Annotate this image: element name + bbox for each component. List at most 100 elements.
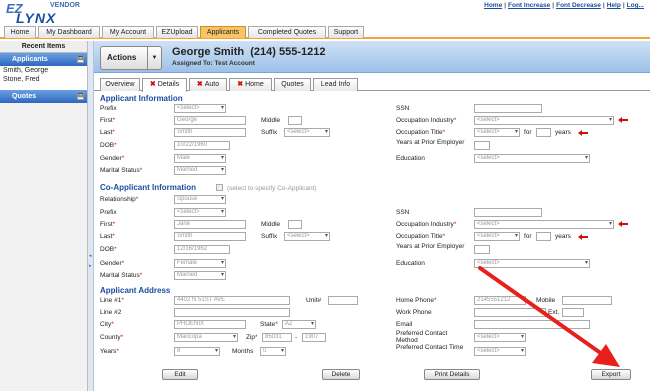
recent-items-title: Recent Items (0, 41, 87, 53)
preferred-contact-time-label: Preferred Contact Time (396, 344, 464, 351)
actions-button[interactable]: Actions ▼ (100, 46, 162, 70)
co-marital-status-label: Marital Status* (100, 272, 143, 279)
line1-input[interactable]: 4402 N 51ST AVE (174, 296, 290, 305)
first-name-input[interactable]: George (174, 116, 246, 125)
co-years-prior-employer-input[interactable] (474, 245, 490, 254)
occupation-title-label: Occupation Title* (396, 129, 446, 136)
relationship-select[interactable]: Spouse (174, 195, 226, 204)
unit-input[interactable] (328, 296, 358, 305)
tab-quotes[interactable]: Quotes (274, 78, 311, 91)
co-occupation-title-select[interactable]: <select> (474, 232, 520, 241)
occupation-industry-label: Occupation Industry* (396, 117, 457, 124)
unit-label: Unit# (306, 297, 322, 304)
county-label: County* (100, 334, 124, 341)
link-home[interactable]: Home (484, 2, 502, 9)
link-help[interactable]: Help (607, 2, 621, 9)
tab-details[interactable]: ✖ Details (142, 78, 187, 92)
co-marital-status-select[interactable]: Married (174, 271, 226, 280)
months-label: Months (232, 348, 254, 355)
co-dob-label: DOB* (100, 246, 117, 253)
prefix-label: Prefix (100, 105, 117, 112)
city-input[interactable]: PHOENIX (174, 320, 246, 329)
co-first-name-input[interactable]: Jane (174, 220, 246, 229)
education-select[interactable]: <select> (474, 154, 590, 163)
ssn-input[interactable] (474, 104, 542, 113)
years-prior-employer-label: Years at Prior Employer (396, 139, 465, 146)
tab-auto[interactable]: ✖ Auto (189, 78, 227, 91)
county-select[interactable]: Maricopa (174, 333, 238, 342)
home-phone-label: Home Phone* (396, 297, 437, 304)
tab-overview[interactable]: Overview (100, 78, 140, 91)
ezlynx-logo[interactable]: EZ LYNX VENDOR (6, 1, 96, 26)
co-occupation-years-input[interactable] (536, 232, 551, 241)
years-prior-employer-input[interactable] (474, 141, 490, 150)
co-suffix-select[interactable]: <select> (284, 232, 330, 241)
co-occupation-industry-select[interactable]: <select> (474, 220, 614, 229)
collapse-icon[interactable]: ⊟ (77, 93, 84, 100)
sidebar-applicant-item[interactable]: Smith, George (0, 66, 87, 75)
nav-tab-applicants[interactable]: Applicants (200, 26, 246, 38)
email-label: Email (396, 321, 413, 328)
co-last-name-input[interactable]: Smith (174, 232, 246, 241)
collapse-icon[interactable]: ⊟ (77, 56, 84, 63)
link-font-increase[interactable]: Font Increase (508, 2, 550, 9)
state-select[interactable]: AZ (282, 320, 316, 329)
nav-tab-completed-quotes[interactable]: Completed Quotes (248, 26, 326, 38)
client-name: George Smith (214) 555-1212 (172, 46, 326, 58)
required-arrow-icon (618, 221, 628, 227)
sidebar-quotes-header[interactable]: Quotes ⊟ (0, 90, 87, 103)
sidebar-applicants-header[interactable]: Applicants ⊟ (0, 53, 87, 66)
required-arrow-icon (578, 234, 588, 240)
assigned-to: Assigned To: Test Account (172, 60, 255, 67)
applicant-address-title: Applicant Address (100, 286, 171, 295)
nav-tab-support[interactable]: Support (328, 26, 364, 38)
prefix-select[interactable]: <select> (174, 104, 226, 113)
zip-input[interactable]: 85031 (262, 333, 292, 342)
co-ssn-label: SSN (396, 209, 410, 216)
nav-tab-home[interactable]: Home (4, 26, 36, 38)
dob-input[interactable]: 10/22/1960 (174, 141, 230, 150)
co-ssn-input[interactable] (474, 208, 542, 217)
zip-label: Zip* (246, 334, 258, 341)
co-for-label: for (524, 233, 532, 240)
coapplicant-info-title: Co-Applicant Information (100, 183, 196, 192)
middle-name-input[interactable] (288, 116, 302, 125)
occupation-title-select[interactable]: <select> (474, 128, 520, 137)
nav-tab-ezupload[interactable]: EZUpload (156, 26, 198, 38)
nav-tab-my-account[interactable]: My Account (102, 26, 154, 38)
occupation-years-input[interactable] (536, 128, 551, 137)
required-arrow-icon (578, 130, 588, 136)
zip-dash: - (295, 334, 298, 341)
required-arrow-icon (618, 117, 628, 123)
preferred-contact-method-label: Preferred Contact Method (396, 330, 448, 344)
line2-input[interactable] (174, 308, 290, 317)
co-dob-input[interactable]: 12/16/1962 (174, 245, 230, 254)
last-name-input[interactable]: Smith (174, 128, 246, 137)
marital-status-select[interactable]: Married (174, 166, 226, 175)
co-prefix-select[interactable]: <select> (174, 208, 226, 217)
client-phone: (214) 555-1212 (250, 46, 326, 58)
gender-select[interactable]: Male (174, 154, 226, 163)
edit-button[interactable]: Edit (162, 369, 198, 380)
print-details-button[interactable]: Print Details (424, 369, 480, 380)
months-select[interactable]: 0 (260, 347, 286, 356)
tab-home[interactable]: ✖ Home (229, 78, 272, 91)
coapplicant-checkbox[interactable] (216, 184, 223, 191)
dropdown-arrow-icon[interactable]: ▼ (147, 47, 161, 69)
delete-button[interactable]: Delete (322, 369, 360, 380)
nav-tab-my-dashboard[interactable]: My Dashboard (38, 26, 100, 38)
line1-label: Line #1* (100, 297, 124, 304)
suffix-select[interactable]: <select> (284, 128, 330, 137)
link-logout[interactable]: Log... (627, 2, 644, 9)
link-font-decrease[interactable]: Font Decrease (556, 2, 601, 9)
co-middle-name-input[interactable] (288, 220, 302, 229)
co-gender-select[interactable]: Female (174, 259, 226, 268)
occupation-industry-select[interactable]: <select> (474, 116, 614, 125)
years-at-address-select[interactable]: 8 (174, 347, 220, 356)
co-last-name-label: Last* (100, 233, 115, 240)
tab-lead-info[interactable]: Lead Info (313, 78, 358, 91)
zip-ext-input[interactable]: 1907 (302, 333, 326, 342)
sidebar-applicant-item[interactable]: Stone, Fred (0, 75, 87, 84)
gender-label: Gender* (100, 155, 125, 162)
top-links: Home | Font Increase | Font Decrease | Help | Lo… (484, 2, 644, 9)
